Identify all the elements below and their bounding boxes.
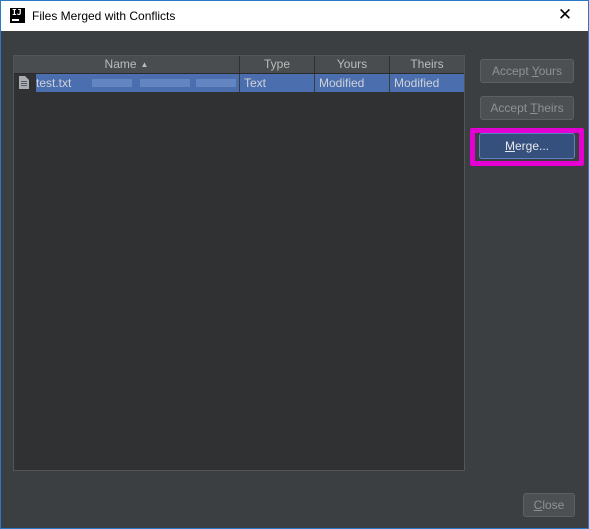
dialog-title: Files Merged with Conflicts — [32, 9, 176, 23]
table-header: Name ▲ Type Yours Theirs — [14, 56, 464, 74]
row-type-cell: Text — [240, 74, 315, 92]
column-header-name[interactable]: Name ▲ — [14, 56, 240, 73]
conflicts-table: Name ▲ Type Yours Theirs test.txt Text Mo… — [13, 55, 465, 471]
row-theirs-cell: Modified — [390, 74, 464, 92]
file-name: test.txt — [36, 76, 72, 90]
merge-button[interactable]: Merge... — [479, 133, 575, 159]
close-window-icon[interactable]: ✕ — [542, 1, 588, 31]
text-file-icon — [19, 76, 29, 89]
column-header-type[interactable]: Type — [240, 56, 315, 73]
merge-conflicts-dialog: IJ Files Merged with Conflicts ✕ Name ▲ T… — [0, 0, 589, 529]
sort-ascending-icon: ▲ — [140, 60, 149, 69]
accept-theirs-button[interactable]: Accept Theirs — [480, 96, 574, 120]
accept-yours-button[interactable]: Accept Yours — [480, 59, 574, 83]
title-bar: IJ Files Merged with Conflicts ✕ — [1, 1, 588, 31]
close-button[interactable]: Close — [523, 493, 575, 517]
column-header-yours[interactable]: Yours — [315, 56, 390, 73]
table-row[interactable]: test.txt Text Modified Modified — [14, 74, 464, 92]
redacted-path — [92, 79, 132, 87]
column-header-theirs[interactable]: Theirs — [390, 56, 464, 73]
row-name-cell: test.txt — [36, 74, 240, 92]
intellij-app-icon: IJ — [10, 8, 25, 23]
row-yours-cell: Modified — [315, 74, 390, 92]
